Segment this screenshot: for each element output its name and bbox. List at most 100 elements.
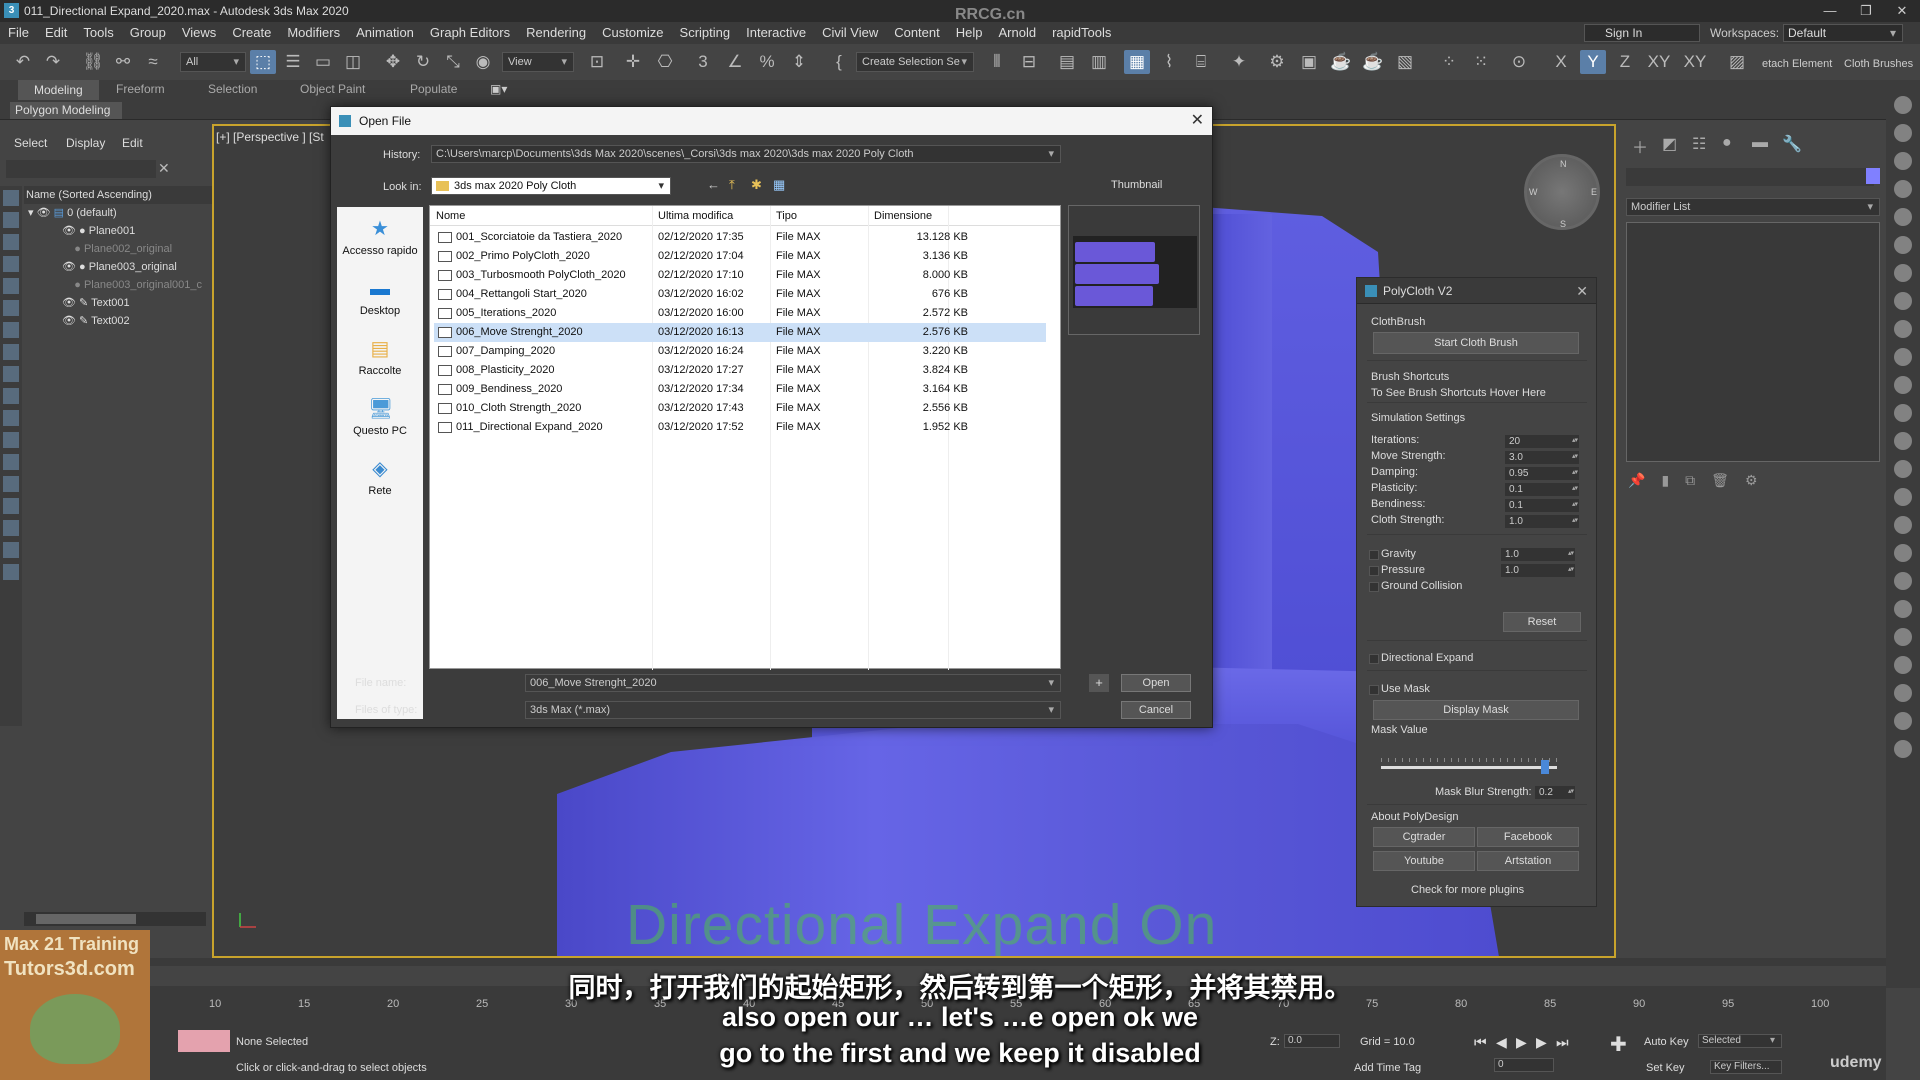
tool-icon[interactable] [1894, 348, 1912, 366]
file-name-input[interactable]: 006_Move Strenght_2020 [525, 674, 1061, 692]
reference-coordinate-dropdown[interactable]: View [502, 52, 574, 72]
show-end-result-icon[interactable]: ▮ [1661, 472, 1669, 488]
filter-icon[interactable] [3, 322, 19, 338]
mask-blur-spinner[interactable]: 0.2 [1535, 785, 1575, 799]
scale-icon[interactable]: ⤡ [440, 50, 466, 74]
file-row[interactable]: 008_Plasticity_2020 03/12/2020 17:27 File … [434, 361, 1046, 380]
detach-element-label[interactable]: etach Element [1762, 58, 1832, 70]
tree-item[interactable]: ● Plane002_original [24, 240, 212, 258]
circle-dots-icon[interactable]: ⊙ [1506, 50, 1532, 74]
filter-icon[interactable] [3, 212, 19, 228]
menu-civil-view[interactable]: Civil View [814, 22, 886, 44]
render-production-icon[interactable]: ☕ [1328, 50, 1354, 74]
render-activeshade-icon[interactable]: ▧ [1392, 50, 1418, 74]
tool-icon[interactable] [1894, 376, 1912, 394]
next-frame-icon[interactable]: ▶ [1536, 1034, 1547, 1051]
tool-icon[interactable] [1894, 292, 1912, 310]
tool-icon[interactable] [1894, 656, 1912, 674]
key-selection-dropdown[interactable]: Selected [1698, 1034, 1782, 1048]
tab-modeling[interactable]: Modeling [18, 80, 99, 100]
spinner-snap-icon[interactable]: ⇕ [786, 50, 812, 74]
modifier-stack[interactable] [1626, 222, 1880, 462]
slider-thumb[interactable] [1541, 760, 1549, 774]
current-frame-field[interactable]: 0 [1494, 1058, 1554, 1072]
ribbon-toggle-icon[interactable]: ▦ [1124, 50, 1150, 74]
facebook-button[interactable]: Facebook [1477, 827, 1579, 847]
menu-file[interactable]: File [0, 22, 37, 44]
menu-customize[interactable]: Customize [594, 22, 671, 44]
menu-arnold[interactable]: Arnold [991, 22, 1045, 44]
file-row[interactable]: 009_Bendiness_2020 03/12/2020 17:34 File M… [434, 380, 1046, 399]
filter-icon[interactable] [3, 432, 19, 448]
column-type[interactable]: Tipo [776, 210, 797, 222]
scene-explorer-icon[interactable]: ▤ [1054, 50, 1080, 74]
select-by-name-icon[interactable]: ☰ [280, 50, 306, 74]
tab-selection[interactable]: Selection [208, 82, 257, 96]
polycloth-titlebar[interactable]: PolyCloth V2 ✕ [1357, 278, 1596, 304]
tab-populate[interactable]: Populate [410, 82, 457, 96]
back-icon[interactable]: ← [707, 177, 720, 192]
filter-icon[interactable] [3, 476, 19, 492]
cancel-button[interactable]: Cancel [1121, 701, 1191, 719]
grid-dots-icon[interactable]: ⁘ [1436, 50, 1462, 74]
minimize-icon[interactable]: — [1812, 0, 1848, 22]
restore-icon[interactable]: ❐ [1848, 0, 1884, 22]
tool-icon[interactable] [1894, 264, 1912, 282]
tree-item[interactable]: 👁 ✎ Text001 [24, 294, 212, 312]
menu-rendering[interactable]: Rendering [518, 22, 594, 44]
go-to-end-icon[interactable]: ⏭ [1556, 1034, 1569, 1051]
snaps-toggle-icon[interactable]: 3 [690, 50, 716, 74]
tool-icon[interactable] [1894, 712, 1912, 730]
place-icon[interactable]: ◉ [470, 50, 496, 74]
iterations-spinner[interactable]: 20 [1505, 434, 1579, 448]
selection-filter-dropdown[interactable]: All [180, 52, 246, 72]
tree-item[interactable]: 👁 ✎ Text002 [24, 312, 212, 330]
axis-y-toggle[interactable]: Y [1580, 50, 1606, 74]
keyboard-shortcut-override-icon[interactable]: ⎔ [652, 50, 678, 74]
schematic-view-icon[interactable]: ⌸ [1188, 50, 1214, 74]
open-button[interactable]: Open [1121, 674, 1191, 692]
scene-tree-header[interactable]: Name (Sorted Ascending) [24, 186, 212, 204]
undo-icon[interactable]: ↶ [10, 50, 36, 74]
file-list[interactable]: Nome Ultima modifica Tipo Dimensione 001… [429, 205, 1061, 670]
up-folder-icon[interactable]: ⤒ [729, 177, 735, 193]
tool-icon[interactable] [1894, 572, 1912, 590]
percent-snap-icon[interactable]: % [754, 50, 780, 74]
tree-item[interactable]: ● Plane003_original001_c [24, 276, 212, 294]
dialog-close-icon[interactable]: ✕ [1191, 107, 1204, 135]
cgtrader-button[interactable]: Cgtrader [1373, 827, 1475, 847]
add-time-tag-button[interactable]: Add Time Tag [1354, 1062, 1421, 1074]
tree-item[interactable]: ▾ 👁 ▤ 0 (default) [24, 204, 212, 222]
align-icon[interactable]: ⊟ [1016, 50, 1042, 74]
move-strength-spinner[interactable]: 3.0 [1505, 450, 1579, 464]
redo-icon[interactable]: ↷ [40, 50, 66, 74]
filter-icon[interactable] [3, 498, 19, 514]
plasticity-spinner[interactable]: 0.1 [1505, 482, 1579, 496]
place-libraries[interactable]: ▤ Raccolte [337, 337, 423, 377]
filter-icon[interactable] [3, 410, 19, 426]
tool-icon[interactable] [1894, 180, 1912, 198]
pivot-center-icon[interactable]: ⊡ [584, 50, 610, 74]
move-icon[interactable]: ✥ [380, 50, 406, 74]
reset-button[interactable]: Reset [1503, 612, 1581, 632]
pin-stack-icon[interactable]: 📌 [1628, 472, 1645, 488]
tool-icon[interactable] [1894, 404, 1912, 422]
object-name-field[interactable] [1626, 168, 1874, 186]
menu-rapidtools[interactable]: rapidTools [1044, 22, 1119, 44]
axis-z-toggle[interactable]: Z [1612, 50, 1638, 74]
view-menu-icon[interactable]: ▦ [773, 177, 785, 193]
display-mask-button[interactable]: Display Mask [1373, 700, 1579, 720]
menu-create[interactable]: Create [224, 22, 279, 44]
scene-menu-edit[interactable]: Edit [122, 134, 143, 152]
scrollbar-thumb[interactable] [36, 914, 136, 924]
modify-tab-icon[interactable]: ◩ [1662, 134, 1677, 154]
file-row[interactable]: 007_Damping_2020 03/12/2020 16:24 File MAX… [434, 342, 1046, 361]
pressure-checkbox[interactable]: Pressure [1368, 564, 1425, 576]
new-folder-icon[interactable]: ✱ [751, 177, 762, 193]
tool-icon[interactable] [1894, 544, 1912, 562]
menu-graph-editors[interactable]: Graph Editors [422, 22, 518, 44]
tool-icon[interactable] [1894, 628, 1912, 646]
utilities-tab-icon[interactable]: 🔧 [1782, 134, 1802, 154]
sign-in-dropdown[interactable]: Sign In [1584, 24, 1700, 42]
file-row[interactable]: 011_Directional Expand_2020 03/12/2020 17… [434, 418, 1046, 437]
